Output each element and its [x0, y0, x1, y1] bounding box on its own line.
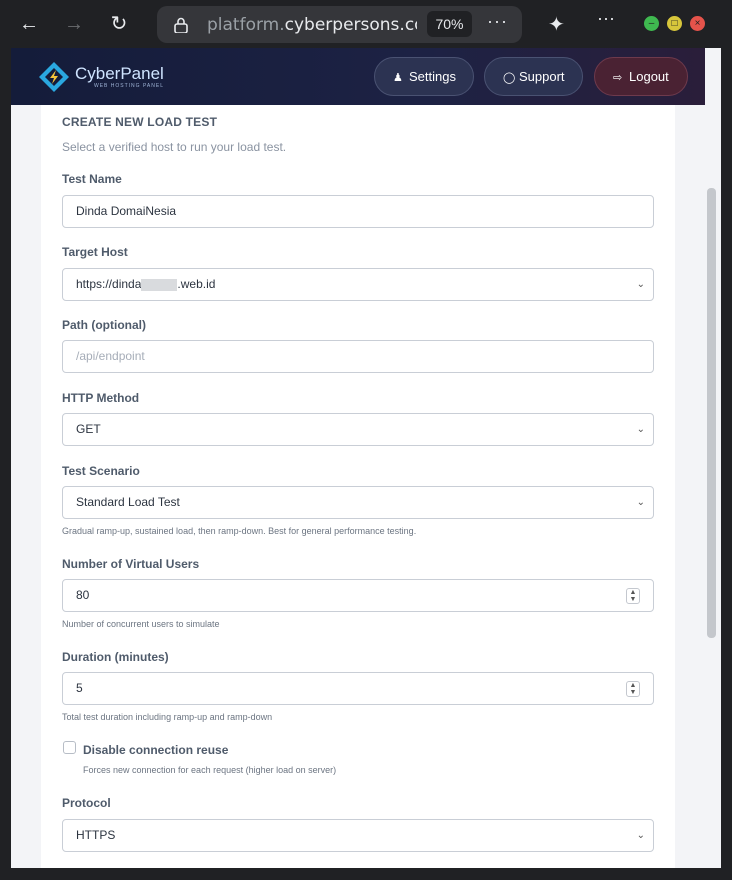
- app-header: CyberPanel WEB HOSTING PANEL ♟ Settings ◯…: [11, 48, 705, 105]
- protocol-select[interactable]: HTTPS ⌄: [62, 819, 654, 852]
- lock-icon: [174, 17, 188, 33]
- target-host-suffix: .web.id: [177, 277, 216, 291]
- address-bar[interactable]: platform.cyberpersons.com/ 70% ···: [157, 6, 522, 43]
- chevron-down-icon: ⌄: [636, 497, 645, 508]
- http-method-label: HTTP Method: [62, 391, 140, 405]
- browser-toolbar: ← → ↻ platform.cyberpersons.com/ 70% ···…: [0, 0, 732, 48]
- cyberpanel-logo-icon: [39, 62, 69, 92]
- http-method-value: GET: [76, 422, 101, 436]
- path-placeholder: /api/endpoint: [76, 349, 145, 363]
- target-host-select[interactable]: https://dinda .web.id ⌄: [62, 268, 654, 301]
- test-scenario-value: Standard Load Test: [76, 495, 180, 509]
- http-method-select[interactable]: GET ⌄: [62, 413, 654, 446]
- settings-button[interactable]: ♟ Settings: [374, 57, 474, 96]
- protocol-label: Protocol: [62, 796, 111, 810]
- forward-arrow-icon[interactable]: →: [60, 10, 88, 38]
- test-scenario-select[interactable]: Standard Load Test ⌄: [62, 486, 654, 519]
- virtual-users-help: Number of concurrent users to simulate: [62, 619, 220, 629]
- spinner-icon[interactable]: ▲ ▼: [626, 681, 640, 697]
- section-title: CREATE NEW LOAD TEST: [62, 115, 218, 129]
- logout-icon: ⇨: [613, 72, 623, 84]
- test-name-label: Test Name: [62, 172, 122, 186]
- support-button[interactable]: ◯ Support: [484, 57, 583, 96]
- chevron-down-icon: ⌄: [636, 424, 645, 435]
- url-text: platform.cyberpersons.com/: [207, 15, 417, 35]
- brand-name: CyberPanel: [75, 64, 164, 83]
- test-scenario-help: Gradual ramp-up, sustained load, then ra…: [62, 526, 417, 536]
- extensions-icon[interactable]: ✦: [548, 12, 565, 37]
- path-input[interactable]: /api/endpoint: [62, 340, 654, 373]
- window-bottom-edge: [0, 868, 732, 880]
- protocol-value: HTTPS: [76, 828, 116, 842]
- target-host-label: Target Host: [62, 245, 128, 259]
- logout-label: Logout: [629, 69, 669, 84]
- path-label: Path (optional): [62, 318, 146, 332]
- logout-button[interactable]: ⇨ Logout: [594, 57, 688, 96]
- create-load-test-card: CREATE NEW LOAD TEST Select a verified h…: [41, 105, 675, 880]
- disable-reuse-checkbox[interactable]: [63, 741, 76, 754]
- duration-value: 5: [76, 681, 83, 695]
- section-subtitle: Select a verified host to run your load …: [62, 140, 287, 154]
- duration-help: Total test duration including ramp-up an…: [62, 712, 273, 722]
- support-icon: ◯: [503, 72, 516, 84]
- brand-subtitle: WEB HOSTING PANEL: [94, 83, 164, 89]
- disable-reuse-label[interactable]: Disable connection reuse: [83, 743, 228, 757]
- back-arrow-icon[interactable]: ←: [15, 10, 43, 38]
- test-name-input[interactable]: Dinda DomaiNesia: [62, 195, 654, 228]
- address-more-icon[interactable]: ···: [487, 11, 508, 32]
- chevron-down-icon: ⌄: [636, 830, 645, 841]
- redacted-block: [141, 278, 178, 291]
- virtual-users-value: 80: [76, 588, 90, 602]
- virtual-users-input[interactable]: 80 ▲ ▼: [62, 579, 654, 612]
- page-scrollbar[interactable]: [707, 188, 716, 638]
- support-label: Support: [519, 69, 565, 84]
- test-name-value: Dinda DomaiNesia: [76, 204, 177, 218]
- page-viewport: CyberPanel WEB HOSTING PANEL ♟ Settings ◯…: [11, 48, 721, 880]
- minimize-icon[interactable]: –: [644, 16, 659, 31]
- test-scenario-label: Test Scenario: [62, 464, 140, 478]
- settings-label: Settings: [409, 69, 456, 84]
- duration-input[interactable]: 5 ▲ ▼: [62, 672, 654, 705]
- target-host-prefix: https://dinda: [76, 277, 142, 291]
- virtual-users-label: Number of Virtual Users: [62, 557, 200, 571]
- chevron-down-icon: ⌄: [636, 279, 645, 290]
- disable-reuse-help: Forces new connection for each request (…: [83, 765, 337, 775]
- zoom-indicator[interactable]: 70%: [427, 11, 472, 37]
- spinner-icon[interactable]: ▲ ▼: [626, 588, 640, 604]
- duration-label: Duration (minutes): [62, 650, 169, 664]
- close-icon[interactable]: ×: [690, 16, 705, 31]
- maximize-icon[interactable]: □: [667, 16, 682, 31]
- user-gear-icon: ♟: [393, 72, 403, 84]
- menu-dots-icon[interactable]: ···: [597, 8, 615, 29]
- reload-icon[interactable]: ↻: [105, 10, 133, 38]
